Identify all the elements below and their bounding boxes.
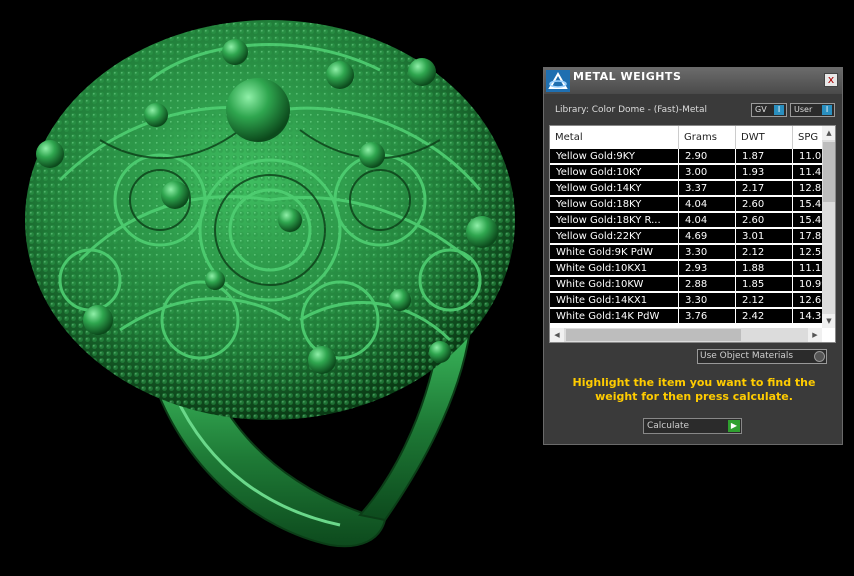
toggle-knob-icon: I — [774, 105, 784, 115]
metal-cell: White Gold:14KX1 — [550, 293, 679, 308]
metal-weights-panel: METAL WEIGHTS x Library: Color Dome - (F… — [543, 67, 843, 445]
metal-table[interactable]: Metal Grams DWT SPG Yellow Gold:9KY 2.90 1… — [549, 125, 836, 343]
scroll-left-icon[interactable]: ◀ — [550, 328, 564, 342]
table-row[interactable]: Yellow Gold:22KY 4.69 3.01 17.89 — [550, 229, 833, 245]
grams-cell: 4.69 — [679, 229, 736, 244]
table-body: Yellow Gold:9KY 2.90 1.87 11.08 Yellow Gold:… — [550, 149, 833, 325]
metal-cell: Yellow Gold:9KY — [550, 149, 679, 164]
table-row[interactable]: White Gold:14KX1 3.30 2.12 12.61 — [550, 293, 833, 309]
column-header-dwt[interactable]: DWT — [736, 126, 793, 149]
table-row[interactable]: Yellow Gold:14KY 3.37 2.17 12.88 — [550, 181, 833, 197]
grams-cell: 2.90 — [679, 149, 736, 164]
dwt-cell: 3.01 — [736, 229, 793, 244]
metal-cell: Yellow Gold:18KY R... — [550, 213, 679, 228]
dwt-cell: 1.85 — [736, 277, 793, 292]
grams-cell: 3.76 — [679, 309, 736, 324]
calculate-label: Calculate — [647, 421, 690, 431]
table-row[interactable]: Yellow Gold:9KY 2.90 1.87 11.08 — [550, 149, 833, 165]
dwt-cell: 1.88 — [736, 261, 793, 276]
scroll-up-icon[interactable]: ▲ — [822, 126, 835, 140]
gv-label: GV — [755, 105, 767, 114]
column-header-metal[interactable]: Metal — [550, 126, 679, 149]
toggle-knob-icon: I — [822, 105, 832, 115]
metal-cell: Yellow Gold:18KY — [550, 197, 679, 212]
grams-cell: 4.04 — [679, 197, 736, 212]
dwt-cell: 2.42 — [736, 309, 793, 324]
metal-cell: White Gold:10KW — [550, 277, 679, 292]
column-header-grams[interactable]: Grams — [679, 126, 736, 149]
dwt-cell: 2.12 — [736, 293, 793, 308]
dwt-cell: 2.60 — [736, 213, 793, 228]
play-arrow-icon: ▶ — [728, 420, 740, 432]
user-label: User — [794, 105, 813, 114]
table-row[interactable]: Yellow Gold:18KY 4.04 2.60 15.41 — [550, 197, 833, 213]
table-row[interactable]: White Gold:9K PdW 3.30 2.12 12.59 — [550, 245, 833, 261]
grams-cell: 3.37 — [679, 181, 736, 196]
table-row[interactable]: Yellow Gold:18KY R... 4.04 2.60 15.41 — [550, 213, 833, 229]
panel-titlebar[interactable]: METAL WEIGHTS x — [544, 68, 842, 94]
grams-cell: 3.00 — [679, 165, 736, 180]
grams-cell: 2.93 — [679, 261, 736, 276]
metal-cell: White Gold:10KX1 — [550, 261, 679, 276]
table-row[interactable]: Yellow Gold:10KY 3.00 1.93 11.45 — [550, 165, 833, 181]
close-button[interactable]: x — [824, 73, 838, 87]
calculate-button[interactable]: Calculate ▶ — [643, 418, 742, 434]
ring-model — [25, 20, 515, 548]
metal-cell: Yellow Gold:14KY — [550, 181, 679, 196]
grams-cell: 3.30 — [679, 293, 736, 308]
dwt-cell: 1.93 — [736, 165, 793, 180]
scroll-down-icon[interactable]: ▼ — [822, 314, 835, 328]
grams-cell: 4.04 — [679, 213, 736, 228]
3d-viewport[interactable] — [0, 0, 540, 572]
instructions-text: Highlight the item you want to find the … — [572, 376, 816, 403]
horizontal-scrollbar[interactable]: ◀ ▶ — [550, 328, 822, 342]
dwt-cell: 2.17 — [736, 181, 793, 196]
vertical-scrollbar[interactable]: ▲ ▼ — [822, 126, 835, 328]
metal-cell: White Gold:14K PdW — [550, 309, 679, 324]
grams-cell: 2.88 — [679, 277, 736, 292]
use-object-materials-label: Use Object Materials — [700, 351, 794, 361]
gv-toggle-button[interactable]: GV I — [751, 103, 787, 117]
dwt-cell: 2.60 — [736, 197, 793, 212]
table-row[interactable]: White Gold:10KX1 2.93 1.88 11.18 — [550, 261, 833, 277]
app-logo-icon — [546, 70, 570, 92]
use-object-materials-toggle[interactable]: Use Object Materials — [697, 349, 827, 364]
vertical-scroll-thumb[interactable] — [823, 142, 835, 202]
dwt-cell: 1.87 — [736, 149, 793, 164]
scroll-right-icon[interactable]: ▶ — [808, 328, 822, 342]
grams-cell: 3.30 — [679, 245, 736, 260]
panel-title: METAL WEIGHTS — [573, 70, 682, 83]
horizontal-scroll-thumb[interactable] — [566, 329, 741, 341]
metal-cell: Yellow Gold:10KY — [550, 165, 679, 180]
metal-cell: Yellow Gold:22KY — [550, 229, 679, 244]
user-toggle-button[interactable]: User I — [790, 103, 835, 117]
table-header: Metal Grams DWT SPG — [550, 126, 822, 149]
metal-cell: White Gold:9K PdW — [550, 245, 679, 260]
table-row[interactable]: White Gold:10KW 2.88 1.85 10.99 — [550, 277, 833, 293]
dwt-cell: 2.12 — [736, 245, 793, 260]
library-label: Library: Color Dome - (Fast)-Metal — [555, 105, 707, 115]
table-row[interactable]: White Gold:14K PdW 3.76 2.42 14.37 — [550, 309, 833, 325]
radio-icon[interactable] — [814, 351, 825, 362]
